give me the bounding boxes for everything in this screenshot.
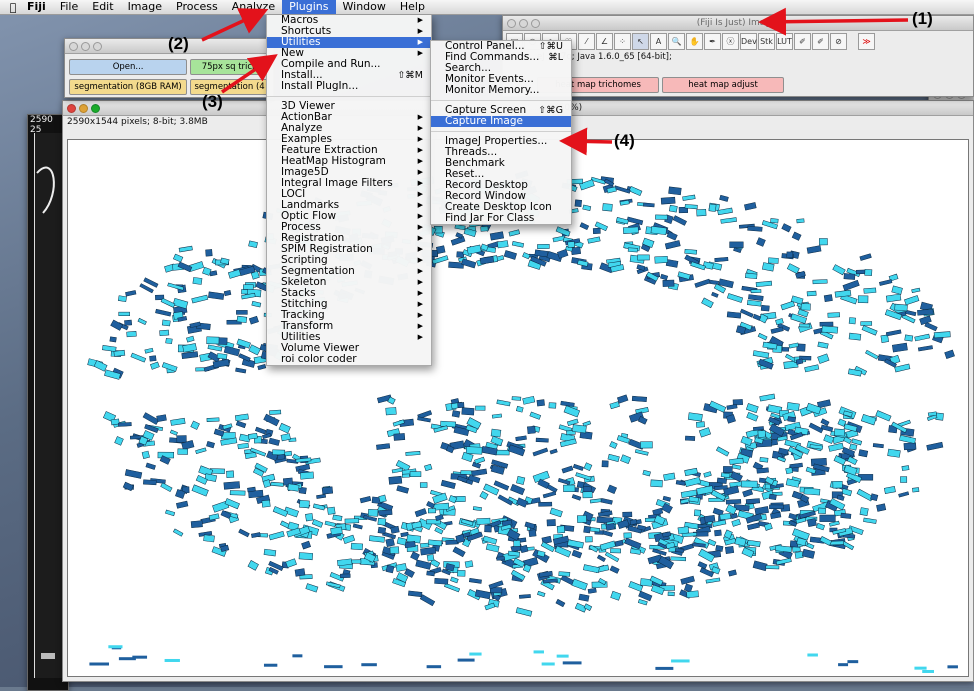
arrow-4 [559, 127, 613, 156]
arrow-3 [221, 54, 278, 94]
annotation-label-3: (3) [202, 92, 223, 111]
annotation-label-1: (1) [912, 9, 933, 28]
annotation-label-4: (4) [614, 131, 635, 150]
annotation-label-2: (2) [168, 34, 189, 53]
annotation-arrows [201, 7, 909, 156]
arrow-2 [201, 8, 269, 42]
arrow-1 [758, 7, 909, 36]
